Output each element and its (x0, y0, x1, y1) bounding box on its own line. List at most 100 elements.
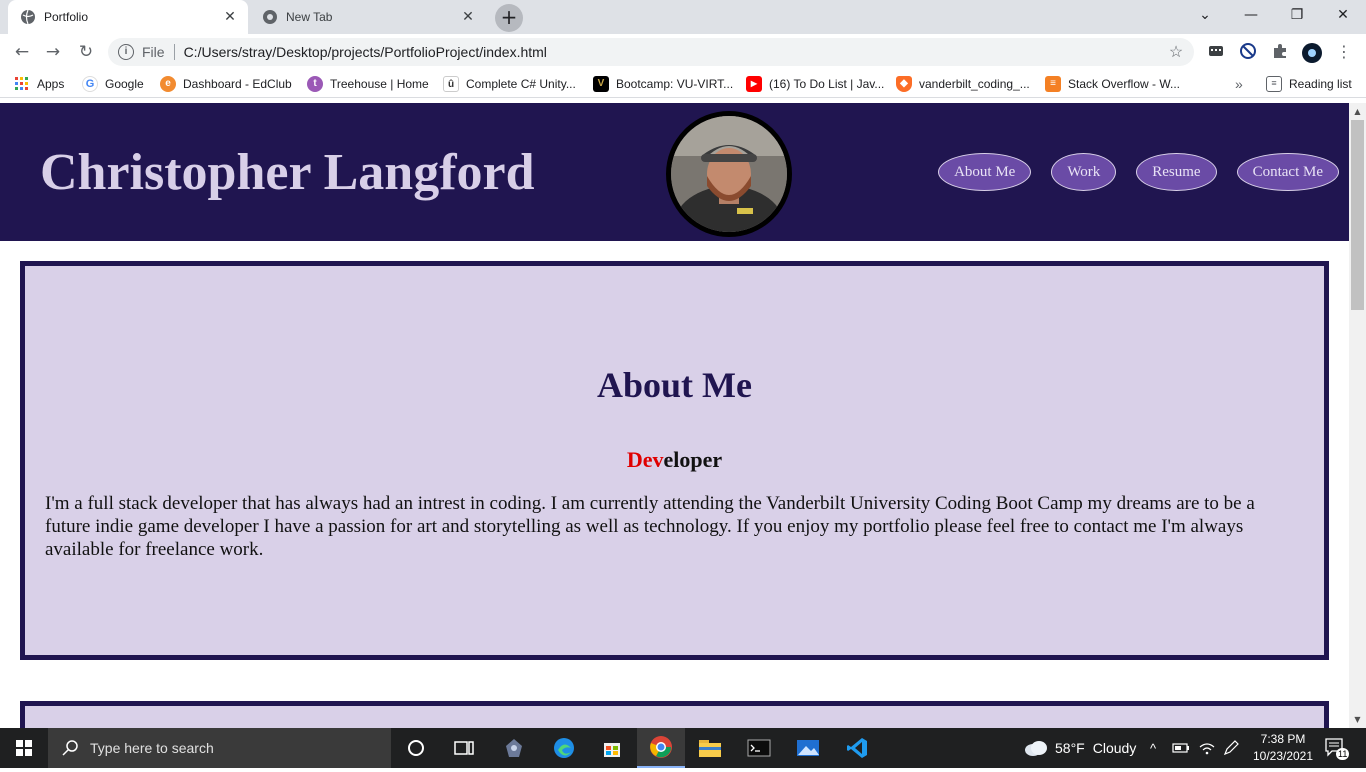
role-heading: Developer (25, 447, 1324, 473)
bookmark-label: Apps (37, 77, 65, 91)
edclub-icon: e (160, 76, 176, 92)
role-highlight: Dev (626, 447, 664, 472)
nav-about-me[interactable]: About Me (938, 153, 1032, 191)
bookmark-apps[interactable]: Apps (14, 75, 64, 93)
bio-paragraph: I'm a full stack developer that has alwa… (45, 493, 1255, 560)
action-center-icon[interactable]: 11 (1324, 728, 1350, 768)
bookmark-label: Bootcamp: VU-VIRT... (616, 77, 734, 91)
puzzle-extensions-icon[interactable] (1270, 42, 1290, 62)
battery-icon[interactable] (1172, 728, 1190, 768)
bookmark-unity-course[interactable]: û Complete C# Unity... (443, 75, 576, 93)
google-icon: G (82, 76, 98, 92)
tab-title: Portfolio (44, 10, 89, 24)
youtube-icon: ▶ (746, 76, 762, 92)
clock-date: 10/23/2021 (1252, 749, 1314, 763)
page-scrollbar[interactable]: ▲ ▼ (1349, 103, 1366, 728)
bookmark-label: Dashboard - EdClub (183, 77, 292, 91)
windows-logo-icon (16, 740, 32, 756)
start-button[interactable] (0, 728, 48, 768)
about-me-heading: About Me (597, 365, 752, 405)
bookmark-label: Google (105, 77, 144, 91)
bookmark-treehouse[interactable]: t Treehouse | Home (307, 75, 429, 93)
tab-search-icon[interactable]: ⌄ (1182, 0, 1228, 30)
bookmarks-overflow-icon[interactable]: » (1235, 75, 1243, 93)
close-tab-icon[interactable]: ✕ (222, 9, 238, 25)
edge-icon[interactable] (540, 728, 588, 768)
bookmark-youtube[interactable]: ▶ (16) To Do List | Jav... (746, 75, 884, 93)
url-text[interactable]: C:/Users/stray/Desktop/projects/Portfoli… (184, 44, 1166, 60)
scroll-down-arrow-icon[interactable]: ▼ (1349, 711, 1366, 728)
bookmarks-bar: Apps G Google e Dashboard - EdClub t Tre… (0, 70, 1366, 98)
extension-icon[interactable] (1206, 42, 1226, 62)
minimize-button[interactable]: — (1228, 0, 1274, 30)
terminal-icon[interactable] (735, 728, 783, 768)
close-tab-icon[interactable]: ✕ (460, 9, 476, 25)
address-bar[interactable]: i File C:/Users/stray/Desktop/projects/P… (108, 38, 1194, 66)
bookmark-google[interactable]: G Google (82, 75, 144, 93)
browser-toolbar: ← → ↻ i File C:/Users/stray/Desktop/proj… (0, 34, 1366, 70)
globe-icon (21, 9, 35, 25)
taskbar-clock[interactable]: 7:38 PM 10/23/2021 (1247, 731, 1319, 765)
reading-list-button[interactable]: ≡ Reading list (1266, 75, 1352, 93)
site-title: Christopher Langford (40, 144, 535, 201)
reading-list-icon: ≡ (1266, 76, 1282, 92)
stackoverflow-icon: ≡ (1045, 76, 1061, 92)
bookmark-bootcamp[interactable]: V Bootcamp: VU-VIRT... (593, 75, 733, 93)
chrome-icon (263, 10, 277, 24)
nav-resume[interactable]: Resume (1136, 153, 1217, 191)
chrome-taskbar-icon[interactable] (637, 728, 685, 768)
pen-icon[interactable] (1222, 728, 1240, 768)
close-window-button[interactable]: ✕ (1320, 0, 1366, 30)
reload-icon[interactable]: ↻ (74, 40, 98, 64)
back-arrow-icon[interactable]: ← (10, 40, 34, 64)
clock-time: 7:38 PM (1260, 732, 1306, 746)
vanderbilt-icon: V (593, 76, 609, 92)
bookmark-label: (16) To Do List | Jav... (769, 77, 885, 91)
browser-tab-strip: Portfolio ✕ New Tab ✕ + ⌄ — ❐ ✕ (0, 0, 1366, 34)
forward-arrow-icon[interactable]: → (41, 40, 65, 64)
nav-contact-me[interactable]: Contact Me (1236, 153, 1339, 191)
scroll-up-arrow-icon[interactable]: ▲ (1349, 103, 1366, 120)
new-tab-button[interactable]: + (495, 4, 523, 32)
profile-photo (666, 111, 792, 237)
profile-avatar-icon[interactable] (1301, 42, 1322, 63)
show-hidden-icons-icon[interactable]: ^ (1150, 728, 1156, 768)
main-nav: About Me Work Resume Contact Me (938, 153, 1339, 191)
taskbar-search[interactable]: Type here to search (48, 728, 391, 768)
file-explorer-icon[interactable] (686, 728, 734, 768)
next-section (20, 701, 1329, 728)
windows-taskbar: Type here to search 58°F Cloudy ^ 7:38 P… (0, 728, 1366, 768)
about-me-section: About Me Developer I'm a full stack deve… (20, 261, 1329, 660)
scrollbar-thumb[interactable] (1351, 120, 1364, 310)
tab-title: New Tab (286, 10, 333, 24)
bookmark-label: Treehouse | Home (330, 77, 429, 91)
page-viewport: Christopher Langford About Me Work Resum… (0, 103, 1349, 728)
bookmark-stackoverflow[interactable]: ≡ Stack Overflow - W... (1045, 75, 1180, 93)
bookmark-edclub[interactable]: e Dashboard - EdClub (160, 75, 292, 93)
udemy-icon: û (443, 76, 459, 92)
role-rest: eloper (663, 447, 723, 472)
reading-list-label: Reading list (1289, 77, 1352, 91)
search-placeholder: Type here to search (90, 740, 214, 756)
bookmark-label: vanderbilt_coding_... (919, 77, 1030, 91)
vscode-icon[interactable] (833, 728, 881, 768)
divider (173, 44, 175, 60)
weather-desc: Cloudy (1092, 740, 1137, 756)
info-icon[interactable]: i (118, 44, 134, 60)
nav-work[interactable]: Work (1051, 153, 1117, 191)
photos-icon[interactable] (784, 728, 832, 768)
apps-grid-icon (15, 77, 28, 90)
bookmark-star-icon[interactable]: ☆ (1166, 42, 1186, 62)
tab-portfolio[interactable]: Portfolio ✕ (8, 0, 248, 34)
cortana-icon[interactable] (392, 728, 440, 768)
weather-widget[interactable]: 58°F Cloudy (1024, 728, 1136, 768)
task-view-icon[interactable] (440, 728, 488, 768)
store-icon[interactable] (588, 728, 636, 768)
game-app-icon[interactable] (490, 728, 538, 768)
bookmark-gitlab[interactable]: ◆ vanderbilt_coding_... (896, 75, 1030, 93)
menu-kebab-icon[interactable]: ⋮ (1334, 42, 1354, 62)
tab-new-tab[interactable]: New Tab ✕ (250, 0, 486, 34)
restore-button[interactable]: ❐ (1274, 0, 1320, 30)
wifi-icon[interactable] (1198, 728, 1216, 768)
block-extension-icon[interactable] (1238, 42, 1258, 62)
